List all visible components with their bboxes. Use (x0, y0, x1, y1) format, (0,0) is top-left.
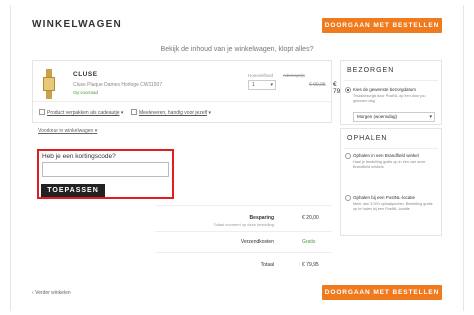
savings-value: € 20,00 (302, 215, 319, 221)
stock-status: Op voorraad (73, 90, 99, 95)
pickup-postnl-desc: Meer dan 3.000 ophaalpunten. Bestelling … (353, 202, 433, 211)
self-checkbox[interactable] (131, 109, 137, 115)
delivery-date-value: Morgen (woensdag) (357, 114, 398, 119)
apply-coupon-button[interactable]: TOEPASSEN (41, 184, 105, 197)
more-options-label: Voorkeur in winkelwagen (38, 128, 94, 134)
pickup-postnl-radio[interactable] (345, 195, 351, 201)
delivery-radio[interactable] (345, 87, 351, 93)
checkout-button-top[interactable]: DOORGAAN MET BESTELLEN (322, 18, 442, 33)
divider (155, 231, 332, 232)
gift-wrap-label: Product verpakken als cadeautje (47, 110, 120, 116)
coupon-section: Heb je een kortingscode? TOEPASSEN (37, 149, 174, 199)
gift-checkbox[interactable] (39, 109, 45, 115)
quantity-value: 1 (252, 82, 255, 88)
savings-label: Besparing (249, 215, 274, 221)
product-name[interactable]: Cluse Plaque Dames Horloge CW11507 (73, 82, 162, 88)
chevron-down-icon: ▾ (270, 82, 273, 88)
pickup-store-radio[interactable] (345, 153, 351, 159)
divider (155, 205, 332, 206)
delivery-panel: BEZORGEN Kies de gewenste bezorgdatum Th… (340, 60, 442, 125)
delivery-option-title[interactable]: Kies de gewenste bezorgdatum (353, 87, 416, 92)
pickup-postnl-title[interactable]: Ophalen bij een PostNL-locatie (353, 195, 415, 200)
pickup-store-title[interactable]: Ophalen in een Brandfield winkel (353, 153, 419, 158)
old-price: € 99,95 (309, 82, 326, 88)
page-title: WINKELWAGEN (32, 19, 122, 30)
divider (344, 80, 438, 81)
quantity-label: Hoeveelheid (248, 73, 274, 78)
coupon-input[interactable] (42, 162, 169, 177)
chevron-down-icon: ▾ (429, 114, 432, 120)
more-options-link[interactable]: Voorkeur in winkelwagen ▾ (38, 128, 97, 134)
continue-shopping-link[interactable]: ‹ Verder winkelen (32, 290, 71, 296)
shipping-label: Verzendkosten (240, 239, 274, 245)
self-delivery-label: Meeleveren, handig voor jezelf (139, 110, 208, 116)
divider (155, 252, 332, 253)
checkout-button-bottom[interactable]: DOORGAAN MET BESTELLEN (322, 285, 442, 300)
gift-wrap-option[interactable]: Product verpakken als cadeautje ▾ (39, 109, 123, 116)
delivery-title: BEZORGEN (347, 67, 395, 74)
cart-item: CLUSE Cluse Plaque Dames Horloge CW11507… (32, 60, 349, 123)
savings-note: Totaal voordeel op deze bestelling (213, 222, 275, 227)
delivery-option-desc: Thuisbezorgd door PostNL op een door jou… (353, 94, 426, 103)
continue-shopping-label: Verder winkelen (35, 290, 71, 296)
pickup-panel: OPHALEN Ophalen in een Brandfield winkel… (340, 128, 442, 236)
pickup-store-desc: Haal je bestelling gratis op in één van … (353, 160, 426, 169)
total-value: € 79,95 (302, 262, 319, 268)
quantity-select[interactable]: 1 ▾ (248, 80, 276, 90)
self-delivery-option[interactable]: Meeleveren, handig voor jezelf ▾ (131, 109, 211, 116)
delivery-date-select[interactable]: Morgen (woensdag) ▾ (353, 112, 435, 122)
coupon-label: Heb je een kortingscode? (42, 153, 116, 160)
total-label: Totaal (260, 262, 274, 268)
shipping-value: Gratis (302, 239, 316, 245)
divider (33, 101, 331, 102)
old-price-label: Adviesprijs (283, 73, 305, 78)
cart-intro-text: Bekijk de inhoud van je winkelwagen, klo… (160, 46, 314, 53)
chevron-left-icon: ‹ (32, 290, 34, 296)
divider (344, 148, 438, 149)
watch-face-shape (43, 77, 55, 91)
watch-product-image[interactable] (43, 69, 55, 99)
pickup-title: OPHALEN (347, 135, 388, 142)
product-brand[interactable]: CLUSE (73, 71, 98, 78)
